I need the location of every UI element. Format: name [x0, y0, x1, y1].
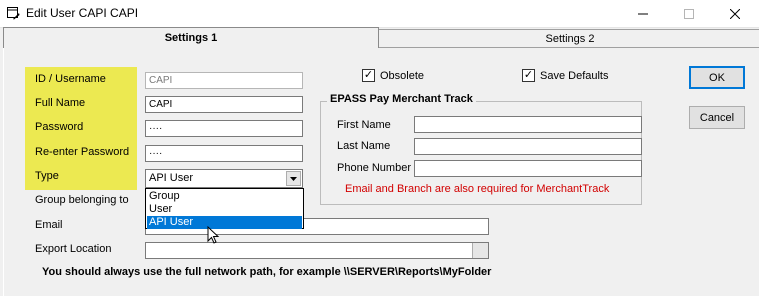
maximize-button[interactable]: [666, 0, 712, 28]
window-title: Edit User CAPI CAPI: [26, 6, 139, 20]
option-group[interactable]: Group: [147, 190, 302, 203]
group-belonging-label: Group belonging to: [35, 194, 129, 206]
last-name-label: Last Name: [337, 140, 391, 152]
option-api-user[interactable]: API User: [147, 216, 302, 229]
chevron-down-icon: [290, 176, 297, 181]
export-location-input[interactable]: [145, 242, 489, 259]
save-defaults-label: Save Defaults: [540, 70, 609, 82]
ok-button[interactable]: OK: [689, 66, 745, 89]
epass-group-title: EPASS Pay Merchant Track: [327, 93, 476, 105]
phone-number-label: Phone Number: [337, 162, 411, 174]
id-username-input[interactable]: CAPI: [145, 72, 303, 89]
checkmark-icon: ✓: [363, 69, 374, 81]
password-label: Password: [35, 121, 84, 133]
edit-form-icon: [7, 7, 20, 20]
tab-settings-2[interactable]: Settings 2: [378, 29, 759, 48]
type-label: Type: [35, 170, 59, 182]
option-user[interactable]: User: [147, 203, 302, 216]
last-name-input[interactable]: [414, 138, 642, 155]
type-select-value: API User: [149, 172, 194, 184]
browse-button[interactable]: [472, 243, 488, 258]
reenter-password-label: Re-enter Password: [35, 146, 130, 158]
network-path-note: You should always use the full network p…: [42, 266, 492, 278]
type-dropdown-list: Group User API User: [145, 188, 304, 229]
obsolete-label: Obsolete: [380, 70, 425, 82]
title-bar: Edit User CAPI CAPI: [0, 0, 759, 28]
first-name-label: First Name: [337, 119, 391, 131]
minimize-icon: [638, 13, 648, 15]
email-label: Email: [35, 219, 63, 231]
save-defaults-checkbox[interactable]: ✓: [522, 69, 535, 82]
phone-number-input[interactable]: [414, 160, 642, 177]
type-select[interactable]: API User: [145, 169, 303, 188]
first-name-input[interactable]: [414, 116, 642, 133]
tab-settings-1[interactable]: Settings 1: [3, 27, 379, 48]
checkmark-icon: ✓: [523, 69, 534, 81]
maximize-icon: [684, 9, 694, 19]
mouse-cursor-icon: [207, 226, 220, 244]
reenter-password-input[interactable]: ····: [145, 145, 303, 162]
id-username-label: ID / Username: [35, 73, 106, 85]
dropdown-button[interactable]: [286, 171, 301, 186]
merchant-track-warning: Email and Branch are also required for M…: [345, 183, 610, 195]
close-button[interactable]: [712, 0, 758, 28]
full-name-input[interactable]: CAPI: [145, 96, 303, 113]
minimize-button[interactable]: [620, 0, 666, 28]
obsolete-checkbox[interactable]: ✓: [362, 69, 375, 82]
export-location-label: Export Location: [35, 243, 112, 255]
full-name-label: Full Name: [35, 97, 86, 109]
close-icon: [730, 9, 740, 19]
password-input[interactable]: ····: [145, 120, 303, 137]
cancel-button[interactable]: Cancel: [689, 106, 745, 129]
